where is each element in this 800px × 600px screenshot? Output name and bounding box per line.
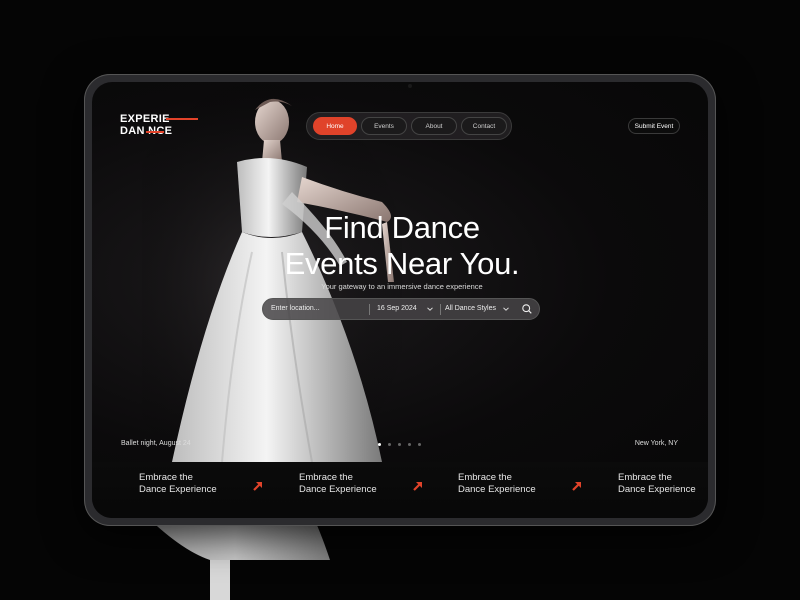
camera-dot [408, 84, 412, 88]
hero-title-line-1: Find Dance [324, 210, 480, 245]
logo-accent-bar-1 [166, 118, 198, 120]
hero-title: Find Dance Events Near You. [252, 210, 552, 282]
nav-item-about[interactable]: About [411, 117, 457, 135]
feature-card-line-1: Embrace the [139, 472, 193, 483]
hero-title-line-2: Events Near You. [284, 246, 520, 281]
location-input[interactable]: Enter location... [271, 299, 320, 319]
logo-line-1: EXPERIE [120, 113, 170, 125]
feature-card[interactable]: Embrace the Dance Experience [458, 472, 608, 504]
feature-card-line-2: Dance Experience [139, 483, 217, 495]
slider-dot[interactable] [418, 443, 421, 446]
feature-card-label: Embrace the Dance Experience [618, 472, 708, 495]
nav-item-home[interactable]: Home [313, 117, 357, 135]
logo-accent-bar-2 [146, 131, 164, 133]
brand-logo[interactable]: EXPERIE DAN NCE [120, 114, 200, 138]
dance-style-select[interactable]: All Dance Styles [445, 299, 496, 319]
main-nav: Home Events About Contact [306, 112, 512, 140]
feature-card-line-1: Embrace the [299, 472, 353, 483]
feature-card-line-1: Embrace the [618, 472, 672, 483]
website-screen: EXPERIE DAN NCE Home Events About Contac… [92, 82, 708, 518]
feature-card-label: Embrace the Dance Experience [139, 472, 249, 495]
slider-dot[interactable] [408, 443, 411, 446]
chevron-down-icon[interactable] [501, 304, 511, 314]
slide-location: New York, NY [634, 440, 678, 447]
slider-pagination [378, 443, 428, 447]
nav-item-events[interactable]: Events [361, 117, 407, 135]
date-select[interactable]: 16 Sep 2024 [377, 299, 417, 319]
nav-item-contact[interactable]: Contact [461, 117, 507, 135]
feature-strip: Embrace the Dance Experience Embrace the… [92, 462, 708, 518]
feature-card[interactable]: Embrace the Dance Experience [299, 472, 449, 504]
arrow-up-right-icon[interactable] [571, 480, 583, 492]
arrow-up-right-icon[interactable] [412, 480, 424, 492]
arrow-up-right-icon[interactable] [252, 480, 264, 492]
slider-dot[interactable] [388, 443, 391, 446]
feature-card[interactable]: Embrace the Dance Experience [139, 472, 289, 504]
feature-card[interactable]: Embrace the Dance Experience [618, 472, 708, 504]
feature-card-line-2: Dance Experience [299, 483, 377, 495]
submit-event-button[interactable]: Submit Event [628, 118, 680, 134]
feature-card-line-2: Dance Experience [458, 483, 536, 495]
feature-card-line-2: Dance Experience [618, 483, 696, 495]
hero-subtitle: Your gateway to an immersive dance exper… [321, 282, 483, 291]
divider [369, 304, 370, 315]
slide-caption: Ballet night, August 24 [121, 440, 191, 447]
feature-card-line-1: Embrace the [458, 472, 512, 483]
tablet-frame: EXPERIE DAN NCE Home Events About Contac… [84, 74, 716, 526]
divider [440, 304, 441, 315]
search-icon[interactable] [521, 303, 533, 315]
chevron-down-icon[interactable] [425, 304, 435, 314]
event-search-bar: Enter location... 16 Sep 2024 All Dance … [262, 298, 540, 320]
feature-card-label: Embrace the Dance Experience [299, 472, 409, 495]
feature-card-label: Embrace the Dance Experience [458, 472, 568, 495]
slider-dot[interactable] [378, 443, 381, 446]
slider-dot[interactable] [398, 443, 401, 446]
